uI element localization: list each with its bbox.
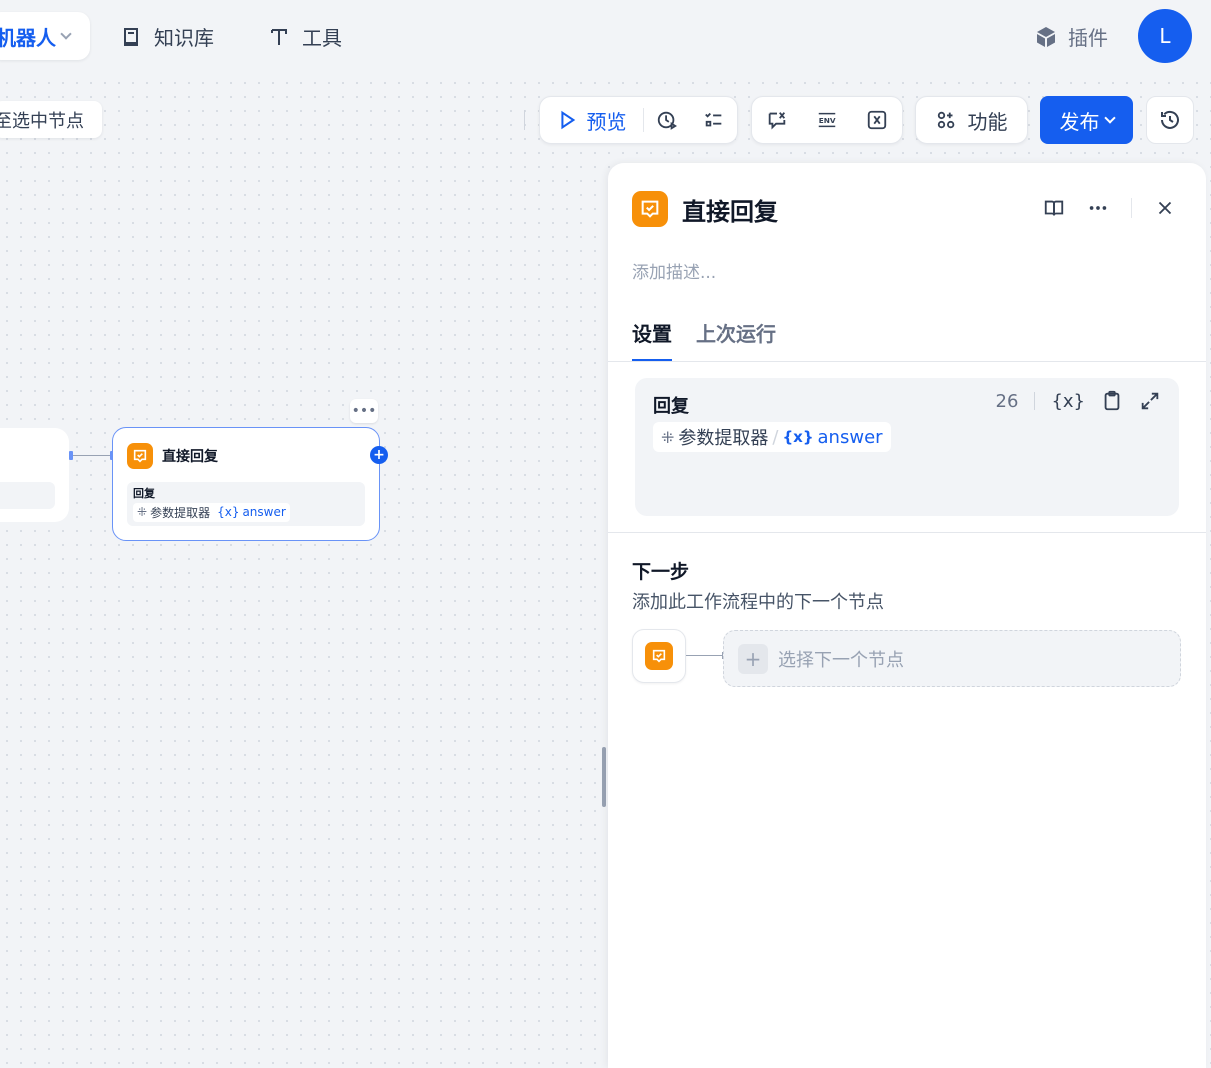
- chevron-down-icon: [1103, 112, 1116, 124]
- clock-play-icon: [658, 111, 678, 130]
- connection-edge: [70, 455, 112, 456]
- panel-resize-handle[interactable]: [602, 747, 606, 807]
- variable-chip: ⁜ 参数提取器 {x} answer: [133, 502, 290, 522]
- features-icon: [937, 111, 954, 129]
- variable-prefix: {x}: [217, 505, 240, 519]
- section-divider: [608, 532, 1206, 533]
- variable-source: 参数提取器: [150, 505, 211, 520]
- variable-separator: /: [772, 426, 779, 448]
- char-count: 26: [995, 390, 1019, 412]
- cube-icon: [1037, 26, 1055, 47]
- variable-source: 参数提取器: [678, 428, 769, 449]
- toolbar-divider: [524, 110, 525, 130]
- select-next-node-label: 选择下一个节点: [778, 649, 904, 671]
- book-icon: [124, 27, 138, 46]
- env-vars-button[interactable]: ENV: [802, 97, 852, 143]
- tab-last-run[interactable]: 上次运行: [696, 318, 776, 362]
- add-next-node-handle[interactable]: +: [370, 446, 388, 464]
- run-history-button[interactable]: [644, 97, 691, 143]
- zoom-to-selection-hint[interactable]: 至选中节点: [0, 101, 102, 138]
- plugin-button[interactable]: 插件: [1034, 22, 1108, 51]
- tool-icon: [271, 28, 287, 45]
- variable-name: answer: [242, 505, 286, 519]
- answer-node-header: 直接回复: [127, 443, 218, 469]
- previous-node-body: [0, 482, 55, 509]
- next-step-description: 添加此工作流程中的下一个节点: [632, 592, 884, 613]
- version-history-button[interactable]: [1146, 96, 1194, 144]
- next-step-title: 下一步: [632, 561, 690, 583]
- variables-group: ENV: [751, 96, 903, 144]
- expand-icon[interactable]: [1139, 390, 1161, 412]
- node-type-icon: ⁜: [661, 427, 675, 447]
- nav-tools[interactable]: 工具: [268, 22, 342, 51]
- node-type-icon: ⁜: [137, 505, 148, 519]
- avatar[interactable]: L: [1138, 9, 1192, 63]
- close-icon[interactable]: [1154, 197, 1176, 219]
- panel-title[interactable]: 直接回复: [682, 192, 778, 227]
- more-icon[interactable]: [1087, 197, 1109, 219]
- answer-icon: [632, 191, 668, 227]
- chat-variable-icon: [768, 112, 786, 130]
- variable-name: answer: [817, 426, 883, 448]
- insert-variable-button[interactable]: {x}: [1051, 391, 1085, 412]
- panel-tabs: 设置 上次运行: [632, 318, 776, 362]
- node-settings-panel: 直接回复 添加描述... 设置 上次运行 回复 26 {x} ⁜ 参数提取器 /…: [608, 163, 1206, 1068]
- description-input[interactable]: 添加描述...: [632, 258, 716, 283]
- tab-divider: [608, 361, 1206, 362]
- features-label: 功能: [967, 109, 1008, 134]
- nav-knowledge[interactable]: 知识库: [120, 22, 214, 51]
- reply-label: 回复: [653, 396, 689, 417]
- top-bar: 机器人 知识库 工具 插件 L: [0, 0, 1211, 76]
- clipboard-icon[interactable]: [1101, 390, 1123, 412]
- select-next-node-button[interactable]: + 选择下一个节点: [723, 630, 1181, 687]
- checklist-icon: [704, 112, 722, 127]
- separator: [1034, 392, 1036, 410]
- checklist-button[interactable]: [690, 97, 737, 143]
- publish-button[interactable]: 发布: [1040, 96, 1133, 144]
- answer-icon: [127, 443, 153, 469]
- book-open-icon[interactable]: [1043, 197, 1065, 219]
- variable-chip[interactable]: ⁜ 参数提取器 / {x} answer: [653, 422, 891, 452]
- answer-node-title: 直接回复: [162, 449, 218, 465]
- variable-prefix: {x}: [782, 428, 814, 446]
- plus-icon: +: [738, 643, 768, 674]
- tab-settings[interactable]: 设置: [632, 318, 672, 362]
- current-node-thumb: [632, 629, 686, 683]
- source-handle[interactable]: [69, 451, 73, 460]
- node-more-button[interactable]: •••: [350, 399, 378, 423]
- separator: [1131, 198, 1132, 218]
- previous-node[interactable]: [0, 428, 69, 522]
- reply-editor-tools: 26 {x}: [996, 390, 1161, 412]
- plugin-label: 插件: [1068, 26, 1108, 50]
- chevron-down-icon: [60, 28, 72, 40]
- app-selector[interactable]: 机器人: [0, 12, 90, 60]
- nav-knowledge-label: 知识库: [154, 26, 214, 50]
- reply-editor[interactable]: 回复 26 {x} ⁜ 参数提取器 / {x} answer: [635, 378, 1179, 516]
- env-icon: ENV: [818, 112, 836, 128]
- preview-button[interactable]: 预览: [540, 97, 643, 143]
- reply-field-label: 回复: [133, 487, 155, 500]
- run-group: 预览: [539, 96, 738, 144]
- panel-actions: [1043, 197, 1176, 219]
- answer-node[interactable]: 直接回复 回复 ⁜ 参数提取器 {x} answer: [112, 427, 380, 541]
- next-step-connector: [686, 652, 724, 659]
- play-icon: [561, 110, 576, 130]
- conversation-vars-button[interactable]: [752, 97, 802, 143]
- answer-node-body: 回复 ⁜ 参数提取器 {x} answer: [127, 482, 365, 526]
- features-button[interactable]: 功能: [915, 96, 1028, 144]
- svg-text:ENV: ENV: [819, 116, 836, 125]
- variable-box-icon: [867, 110, 887, 130]
- panel-header: 直接回复: [632, 191, 778, 227]
- publish-label: 发布: [1059, 109, 1100, 134]
- nav-tools-label: 工具: [302, 26, 342, 50]
- answer-icon: [645, 642, 673, 670]
- history-icon: [1161, 110, 1179, 129]
- preview-label: 预览: [586, 109, 627, 134]
- global-vars-button[interactable]: [852, 97, 902, 143]
- app-name: 机器人: [0, 25, 56, 50]
